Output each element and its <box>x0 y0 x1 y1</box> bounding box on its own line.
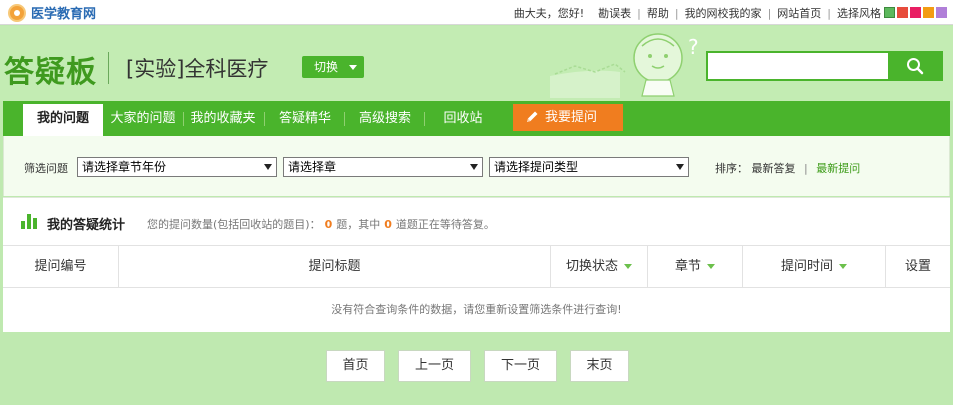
ask-question-button[interactable]: 我要提问 <box>513 104 623 131</box>
divider: | <box>767 6 772 20</box>
site-logo[interactable]: 医学教育网 <box>8 3 96 22</box>
first-page-button[interactable]: 首页 <box>326 350 385 382</box>
logo-icon <box>8 3 26 22</box>
chevron-down-icon <box>264 164 272 170</box>
table-header: 提问编号 提问标题 切换状态 章节 提问时间 设置 <box>3 245 950 288</box>
question-count: 0 <box>324 218 333 231</box>
questions-table: 提问编号 提问标题 切换状态 章节 提问时间 设置 没有符合查询条件的数据，请您… <box>3 245 950 332</box>
tab-featured-answers[interactable]: 答疑精华 <box>266 104 344 136</box>
logo-text: 医学教育网 <box>31 7 97 22</box>
column-header: 设置 <box>904 259 931 274</box>
filter-panel: 筛选问题 请选择章节年份 请选择章 请选择提问类型 排序： 最新答复 | 最新提… <box>3 136 950 196</box>
top-bar: 医学教育网 曲大夫，您好! 勘误表 | 帮助 | 我的网校我的家 | 网站首页 … <box>0 0 953 25</box>
header: 答疑板 [实验]全科医疗 切换 ? <box>0 26 953 101</box>
link-errata[interactable]: 勘误表 <box>598 5 631 21</box>
link-site-home[interactable]: 网站首页 <box>777 5 821 21</box>
divider <box>183 112 184 126</box>
sort-latest-question[interactable]: 最新提问 <box>816 162 860 175</box>
pagination: 首页 上一页 下一页 末页 <box>0 350 953 384</box>
divider <box>264 112 265 126</box>
style-swatch-purple[interactable] <box>936 7 947 18</box>
tab-recycle-bin[interactable]: 回收站 <box>426 104 500 136</box>
select-value: 请选择章节年份 <box>82 160 167 174</box>
ask-question-label: 我要提问 <box>545 110 598 125</box>
top-links: 曲大夫，您好! 勘误表 | 帮助 | 我的网校我的家 | 网站首页 | 选择风格 <box>514 5 881 21</box>
mascot-illustration: ? <box>550 33 699 98</box>
divider: | <box>637 6 641 20</box>
divider: | <box>804 162 808 175</box>
sort-label: 排序： <box>715 162 748 175</box>
sort-options: 排序： 最新答复 | 最新提问 <box>715 160 860 176</box>
divider: | <box>674 6 679 20</box>
sort-down-icon <box>707 264 715 269</box>
stats-description: 您的提问数量(包括回收站的题目)： 0 题，其中 0 道题正在等待答复。 <box>147 216 495 232</box>
filter-label: 筛选问题 <box>24 162 68 175</box>
tab-my-questions[interactable]: 我的问题 <box>23 104 103 136</box>
divider: | <box>827 6 831 20</box>
stats-prefix: 您的提问数量(包括回收站的题目)： <box>147 218 321 231</box>
waiting-count: 0 <box>384 218 392 231</box>
tab-advanced-search[interactable]: 高级搜索 <box>346 104 424 136</box>
user-greeting: 曲大夫，您好! <box>513 7 585 20</box>
svg-text:?: ? <box>688 35 699 59</box>
divider <box>424 112 425 126</box>
stats-panel: 我的答疑统计 您的提问数量(包括回收站的题目)： 0 题，其中 0 道题正在等待答复。 <box>3 197 950 245</box>
link-help[interactable]: 帮助 <box>647 5 669 21</box>
bar-chart-icon <box>21 214 37 229</box>
sort-down-icon <box>624 264 632 269</box>
style-swatch-orange[interactable] <box>923 7 934 18</box>
column-header: 提问编号 <box>3 246 119 288</box>
sort-latest-reply[interactable]: 最新答复 <box>752 162 796 175</box>
column-header-sortable[interactable]: 章节 <box>648 246 743 288</box>
switch-subject-button[interactable]: 切换 <box>302 56 364 78</box>
search-input[interactable] <box>708 53 888 79</box>
select-value: 请选择提问类型 <box>494 160 579 174</box>
stats-mid: 题，其中 <box>336 218 381 231</box>
select-value: 请选择章 <box>288 160 337 174</box>
subject-title: [实验]全科医疗 <box>126 57 269 81</box>
link-choose-style[interactable]: 选择风格 <box>837 5 881 21</box>
question-type-select[interactable]: 请选择提问类型 <box>489 157 689 177</box>
pencil-icon <box>527 111 538 122</box>
style-swatches <box>884 7 947 18</box>
style-swatch-pink[interactable] <box>910 7 921 18</box>
empty-message: 没有符合查询条件的数据，请您重新设置筛选条件进行查询! <box>331 303 622 316</box>
style-swatch-green[interactable] <box>884 7 895 18</box>
chevron-down-icon <box>470 164 478 170</box>
stats-suffix: 道题正在等待答复。 <box>395 218 495 231</box>
style-swatch-red[interactable] <box>897 7 908 18</box>
divider <box>344 112 345 126</box>
switch-label: 切换 <box>314 60 339 74</box>
brand-title: 答疑板 <box>4 55 97 90</box>
divider <box>108 52 109 84</box>
search-box <box>706 51 943 81</box>
sort-down-icon <box>839 264 847 269</box>
column-header: 提问标题 <box>119 246 551 288</box>
chevron-down-icon <box>349 65 357 70</box>
column-header-sortable[interactable]: 提问时间 <box>743 246 886 288</box>
stats-title: 我的答疑统计 <box>47 218 126 233</box>
search-button[interactable] <box>888 53 941 79</box>
link-my-home[interactable]: 我的网校我的家 <box>685 5 762 21</box>
chevron-down-icon <box>676 164 684 170</box>
chapter-year-select[interactable]: 请选择章节年份 <box>77 157 277 177</box>
search-icon <box>906 58 923 75</box>
column-header-sortable[interactable]: 切换状态 <box>551 246 648 288</box>
tab-everyone-questions[interactable]: 大家的问题 <box>105 104 181 136</box>
tab-favorites[interactable]: 我的收藏夹 <box>185 104 261 136</box>
next-page-button[interactable]: 下一页 <box>484 350 557 382</box>
last-page-button[interactable]: 末页 <box>570 350 629 382</box>
prev-page-button[interactable]: 上一页 <box>398 350 471 382</box>
chapter-select[interactable]: 请选择章 <box>283 157 483 177</box>
main-nav: 我的问题 大家的问题 我的收藏夹 答疑精华 高级搜索 回收站 我要提问 <box>3 101 950 136</box>
